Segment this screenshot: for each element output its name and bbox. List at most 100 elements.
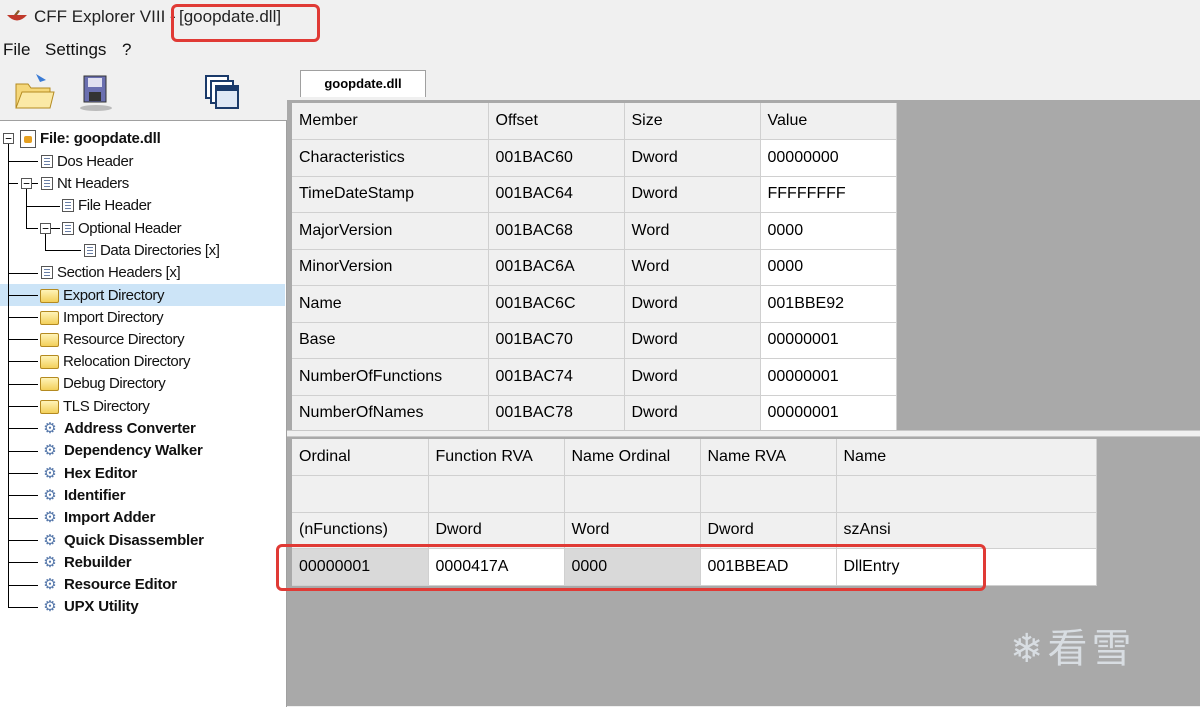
menu-settings[interactable]: Settings	[45, 40, 106, 60]
doc-icon	[84, 244, 96, 257]
tree-item-rebuilder[interactable]: ⚙ Rebuilder	[40, 552, 131, 573]
folder-icon	[40, 354, 59, 369]
tool-icon: ⚙	[43, 441, 57, 459]
member-cell: NumberOfNames	[292, 395, 489, 432]
empty-cell	[836, 475, 1097, 513]
menu-file[interactable]: File	[3, 40, 30, 60]
tree-item-file-header[interactable]: File Header	[62, 195, 152, 216]
size-cell: Dword	[624, 285, 761, 323]
table-header-row: Ordinal Function RVA Name Ordinal Name R…	[292, 439, 1097, 476]
collapse-root-icon[interactable]: −	[3, 133, 14, 144]
empty-cell	[564, 475, 701, 513]
size-cell: Dword	[624, 176, 761, 213]
tree-item-optional-header[interactable]: Optional Header	[62, 218, 182, 239]
value-cell[interactable]: 00000001	[760, 358, 897, 396]
value-cell[interactable]: 0000	[760, 249, 897, 286]
tree-item-upx-utility[interactable]: ⚙ UPX Utility	[40, 596, 138, 617]
snowflake-icon: ❄	[1010, 627, 1048, 671]
table-row[interactable]: Characteristics 001BAC60 Dword 00000000	[292, 139, 897, 177]
collapse-nt-headers-icon[interactable]: −	[21, 178, 32, 189]
pane-splitter[interactable]	[287, 430, 1200, 437]
table-row[interactable]: Name 001BAC6C Dword 001BBE92	[292, 285, 897, 323]
size-cell: Dword	[624, 358, 761, 396]
tree-item-identifier[interactable]: ⚙ Identifier	[40, 485, 125, 506]
size-cell: Dword	[624, 395, 761, 432]
save-icon[interactable]	[74, 70, 118, 114]
export-directory-table: Member Offset Size Value Characteristics…	[292, 103, 897, 432]
column-header[interactable]: Member	[292, 103, 489, 140]
windows-icon[interactable]	[200, 70, 244, 114]
tool-icon: ⚙	[43, 597, 57, 615]
tree-item-nt-headers[interactable]: Nt Headers	[41, 173, 129, 194]
folder-icon	[40, 332, 59, 347]
tool-icon: ⚙	[43, 419, 57, 437]
column-header[interactable]: Function RVA	[428, 439, 565, 476]
size-cell: Word	[624, 212, 761, 250]
tree-item-section-headers[interactable]: Section Headers [x]	[41, 262, 181, 283]
menu-help[interactable]: ?	[122, 40, 131, 60]
offset-cell: 001BAC6A	[488, 249, 625, 286]
member-cell: TimeDateStamp	[292, 176, 489, 213]
table-header-row: Member Offset Size Value	[292, 103, 897, 140]
value-cell[interactable]: 001BBE92	[760, 285, 897, 323]
tool-icon: ⚙	[43, 508, 57, 526]
tree-item-data-directories[interactable]: Data Directories [x]	[84, 240, 220, 261]
table-row[interactable]: TimeDateStamp 001BAC64 Dword FFFFFFFF	[292, 176, 897, 213]
tree-item-dos-header[interactable]: Dos Header	[41, 151, 133, 172]
table-row[interactable]: Base 001BAC70 Dword 00000001	[292, 322, 897, 359]
tree-item-resource-directory[interactable]: Resource Directory	[40, 329, 185, 350]
member-cell: Base	[292, 322, 489, 359]
tree-item-relocation-directory[interactable]: Relocation Directory	[40, 351, 190, 372]
collapse-optional-header-icon[interactable]: −	[40, 223, 51, 234]
value-cell[interactable]: 00000001	[760, 395, 897, 432]
tool-icon: ⚙	[43, 575, 57, 593]
column-header[interactable]: Name RVA	[700, 439, 837, 476]
table-row[interactable]: NumberOfNames 001BAC78 Dword 00000001	[292, 395, 897, 432]
table-row[interactable]: NumberOfFunctions 001BAC74 Dword 0000000…	[292, 358, 897, 396]
empty-cell	[428, 475, 565, 513]
value-cell[interactable]: 0000	[760, 212, 897, 250]
watermark: ❄看雪	[1010, 616, 1136, 674]
tree-item-quick-disassembler[interactable]: ⚙ Quick Disassembler	[40, 530, 204, 551]
offset-cell: 001BAC68	[488, 212, 625, 250]
offset-cell: 001BAC70	[488, 322, 625, 359]
member-cell: Characteristics	[292, 139, 489, 177]
tree-item-import-adder[interactable]: ⚙ Import Adder	[40, 507, 155, 528]
value-cell[interactable]: 00000001	[760, 322, 897, 359]
value-cell[interactable]: FFFFFFFF	[760, 176, 897, 213]
tool-icon: ⚙	[43, 531, 57, 549]
member-cell: MajorVersion	[292, 212, 489, 250]
open-file-icon[interactable]	[12, 70, 56, 114]
doc-icon	[62, 199, 74, 212]
tree-item-import-directory[interactable]: Import Directory	[40, 307, 164, 328]
app-title: CFF Explorer VIII -	[34, 7, 176, 26]
tab-goopdate[interactable]: goopdate.dll	[300, 70, 426, 97]
table-row[interactable]: MinorVersion 001BAC6A Word 0000	[292, 249, 897, 286]
column-header[interactable]: Ordinal	[292, 439, 429, 476]
tool-icon: ⚙	[43, 486, 57, 504]
value-cell[interactable]: 00000000	[760, 139, 897, 177]
size-cell: Dword	[624, 139, 761, 177]
tree-root[interactable]: File: goopdate.dll	[20, 128, 161, 149]
tree-item-dependency-walker[interactable]: ⚙ Dependency Walker	[40, 440, 203, 461]
tree-panel: − − − File: goopdate.dll Dos Header Nt H…	[0, 120, 287, 707]
offset-cell: 001BAC74	[488, 358, 625, 396]
tree-item-resource-editor[interactable]: ⚙ Resource Editor	[40, 574, 177, 595]
table-row[interactable]: MajorVersion 001BAC68 Word 0000	[292, 212, 897, 250]
member-cell: NumberOfFunctions	[292, 358, 489, 396]
folder-icon	[40, 310, 59, 325]
column-header[interactable]: Value	[760, 103, 897, 140]
title-highlight-box	[171, 4, 320, 42]
column-header[interactable]: Name Ordinal	[564, 439, 701, 476]
column-header[interactable]: Offset	[488, 103, 625, 140]
column-header[interactable]: Size	[624, 103, 761, 140]
tree-item-debug-directory[interactable]: Debug Directory	[40, 373, 166, 394]
tree-item-hex-editor[interactable]: ⚙ Hex Editor	[40, 463, 137, 484]
tree-item-export-directory[interactable]: Export Directory	[40, 285, 165, 306]
table-spacer-row	[292, 475, 1097, 513]
menu-bar: File Settings ?	[0, 38, 1200, 64]
tree-item-tls-directory[interactable]: TLS Directory	[40, 396, 150, 417]
size-cell: Dword	[624, 322, 761, 359]
column-header[interactable]: Name	[836, 439, 1097, 476]
tree-item-address-converter[interactable]: ⚙ Address Converter	[40, 418, 196, 439]
